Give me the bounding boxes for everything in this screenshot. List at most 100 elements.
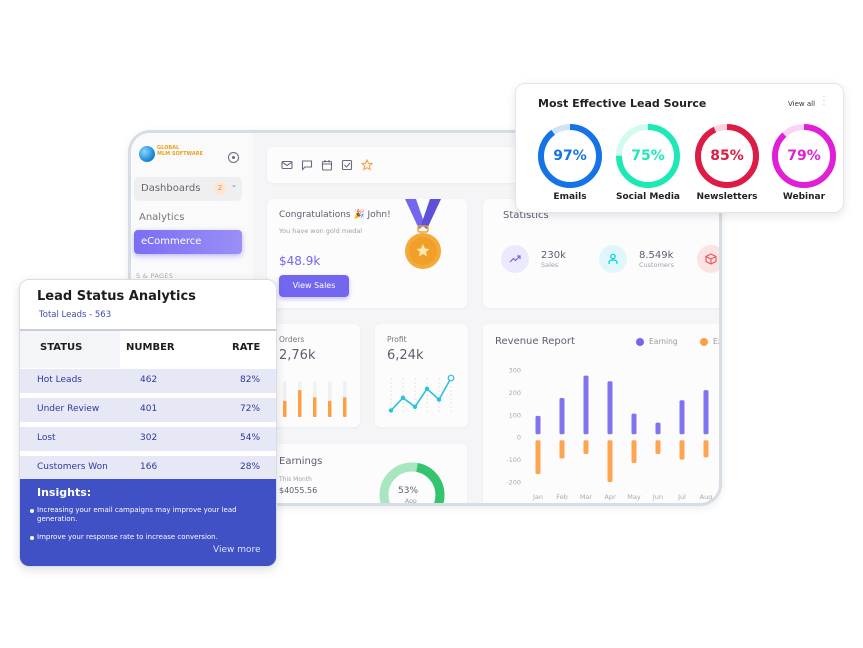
trending-up-icon <box>501 245 529 273</box>
earnings-donut-pct: 53% <box>398 486 419 496</box>
row-rate: 54% <box>240 433 261 443</box>
expense-bar <box>679 440 685 460</box>
checkbox-icon[interactable] <box>341 159 353 171</box>
mail-icon[interactable] <box>281 159 293 171</box>
row-status: Under Review <box>37 404 100 414</box>
order-bar <box>283 400 287 417</box>
orders-value: 2,76k <box>279 348 316 363</box>
statistics-card: Statistics 230k Sales 8.549k Customers <box>483 199 719 308</box>
column-header-rate[interactable]: RATE <box>232 342 260 353</box>
x-tick-label: Jul <box>677 493 686 501</box>
column-header-status[interactable]: STATUS <box>40 342 82 353</box>
lead-status-card: Lead Status Analytics Total Leads - 563 … <box>19 279 277 567</box>
x-tick-label: Jun <box>652 493 663 501</box>
earnings-value: $4055.56 <box>279 486 318 495</box>
order-bar <box>343 397 347 417</box>
congrats-title: Congratulations 🎉 John! <box>279 210 391 220</box>
lead-source-ring: 75% <box>614 122 682 190</box>
stat-value: 230k <box>541 249 566 261</box>
sidebar-toggle-icon[interactable] <box>228 152 239 163</box>
earning-bar <box>583 375 589 435</box>
view-sales-button[interactable]: View Sales <box>279 275 349 297</box>
orders-card: Orders 2,76k <box>267 324 360 427</box>
profit-point <box>424 386 430 391</box>
row-rate: 82% <box>240 375 261 385</box>
row-number: 462 <box>140 375 158 385</box>
logo[interactable]: GLOBAL MLM SOFTWARE <box>139 145 203 163</box>
stat-label: Sales <box>541 260 559 269</box>
x-tick-label: Aug <box>700 493 713 501</box>
stat-label: Customers <box>639 260 674 269</box>
profit-line <box>390 377 452 411</box>
ring-label: Webinar <box>782 192 826 202</box>
insight-item: Increasing your email campaigns may impr… <box>30 506 262 524</box>
table-row[interactable]: Customers Won 166 28% <box>20 456 276 480</box>
expense-bar <box>631 440 637 463</box>
earnings-donut-label: App <box>405 498 417 505</box>
expense-bar <box>559 440 565 459</box>
sidebar-item-analytics[interactable]: Analytics <box>139 212 184 223</box>
sidebar-item-dashboards[interactable]: Dashboards 2 ⌄ <box>134 177 242 201</box>
row-number: 401 <box>140 404 158 414</box>
legend-label: Earning <box>649 337 678 346</box>
ring-percent: 97% <box>553 148 587 164</box>
x-tick-label: May <box>627 493 641 501</box>
chat-icon[interactable] <box>301 159 313 171</box>
y-tick-label: 0 <box>517 434 521 442</box>
row-rate: 72% <box>240 404 261 414</box>
orders-bar-chart <box>283 381 347 417</box>
ring-percent: 75% <box>631 148 665 164</box>
profit-title: Profit <box>387 335 407 344</box>
table-row[interactable]: Lost 302 54% <box>20 427 276 451</box>
sidebar-item-ecommerce[interactable]: eCommerce <box>134 230 242 254</box>
insight-item: Improve your response rate to increase c… <box>30 533 262 542</box>
ring-percent: 79% <box>787 148 821 164</box>
ring-percent: 85% <box>710 148 744 164</box>
medal-icon <box>405 199 441 269</box>
view-more-link[interactable]: View more <box>213 545 261 555</box>
y-tick-label: 100 <box>509 411 521 419</box>
more-options-icon[interactable]: · · · <box>822 93 826 111</box>
expense-bar <box>703 440 709 458</box>
chevron-down-icon: ⌄ <box>231 181 237 189</box>
ring-label: Emails <box>553 192 587 202</box>
earning-bar <box>631 413 637 435</box>
earning-bar <box>535 415 541 435</box>
legend-earning[interactable]: Earning <box>636 337 678 346</box>
table-row[interactable]: Hot Leads 462 82% <box>20 369 276 393</box>
insights-title: Insights: <box>37 486 92 499</box>
stat-value: 8.549k <box>639 249 674 261</box>
sales-amount: $48.9k <box>279 254 321 268</box>
earning-bar <box>703 390 709 435</box>
earnings-title: Earnings <box>279 456 323 467</box>
globe-logo-icon <box>139 146 155 162</box>
star-icon[interactable] <box>361 159 373 171</box>
x-tick-label: Mar <box>580 493 593 501</box>
lead-source-ring: 85% <box>693 122 761 190</box>
profit-point <box>388 408 394 413</box>
lead-source-ring: 79% <box>770 122 838 190</box>
row-number: 302 <box>140 433 158 443</box>
lead-source-card: Most Effective Lead Source View all · · · … <box>515 83 844 213</box>
view-all-link[interactable]: View all <box>788 100 815 108</box>
box-icon <box>697 245 719 273</box>
legend-label: Ex <box>713 337 722 346</box>
expense-bar <box>655 440 661 454</box>
legend-expense[interactable]: Ex <box>700 337 722 346</box>
legend-dot <box>636 337 644 346</box>
order-bar <box>313 397 317 417</box>
earning-bar <box>655 422 661 435</box>
column-header-number[interactable]: NUMBER <box>126 342 175 353</box>
earning-bar <box>559 398 565 435</box>
calendar-icon[interactable] <box>321 159 333 171</box>
revenue-report-card: Revenue Report Earning Ex 300 200 100 0 -100… <box>483 324 722 503</box>
user-icon <box>599 245 627 273</box>
table-row[interactable]: Under Review 401 72% <box>20 398 276 422</box>
congrats-subtitle: You have won gold medal <box>279 227 363 235</box>
earning-bar <box>679 400 685 435</box>
y-tick-label: 300 <box>509 367 521 375</box>
x-tick-label: Jan <box>532 493 543 501</box>
row-status: Hot Leads <box>37 375 82 385</box>
earning-bar <box>607 381 613 435</box>
order-bar <box>328 400 332 417</box>
